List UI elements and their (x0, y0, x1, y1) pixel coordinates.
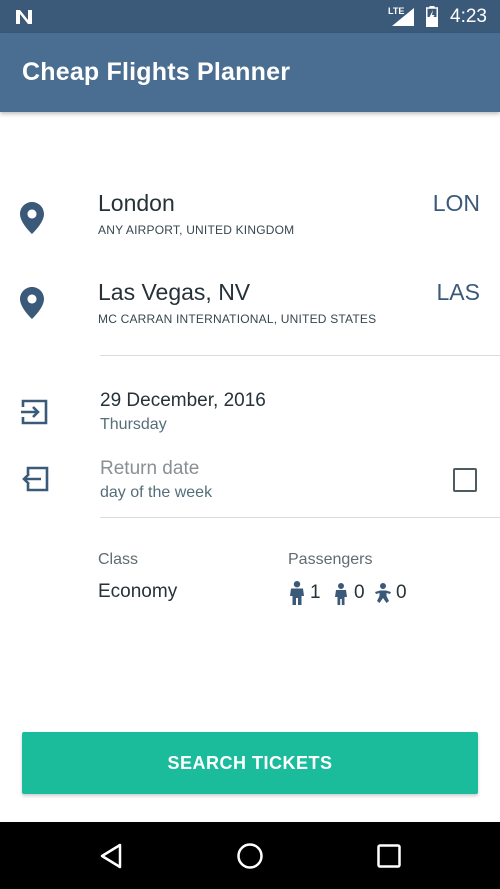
child-passengers[interactable]: 0 (332, 580, 365, 606)
adult-passengers[interactable]: 1 (288, 580, 321, 606)
passengers-label: Passengers (288, 551, 373, 568)
return-date-placeholder: Return date (100, 458, 200, 479)
location-pin-icon (20, 202, 44, 234)
destination-airport: MC CARRAN INTERNATIONAL, UNITED STATES (98, 312, 377, 326)
home-icon[interactable] (235, 841, 265, 871)
class-label: Class (98, 551, 139, 568)
destination-code: LAS (436, 279, 480, 305)
signal-icon (392, 8, 414, 26)
origin-city: London (98, 190, 175, 216)
adult-count: 1 (310, 582, 321, 603)
recents-icon[interactable] (374, 841, 404, 871)
return-checkbox[interactable] (453, 468, 477, 492)
origin-field[interactable]: London ANY AIRPORT, UNITED KINGDOM LON (0, 188, 500, 248)
infant-passengers[interactable]: 0 (374, 580, 407, 606)
departure-date-field[interactable]: 29 December, 2016 Thursday (0, 388, 500, 444)
departure-weekday: Thursday (100, 416, 167, 433)
divider (100, 355, 500, 356)
notification-n-icon (16, 10, 32, 24)
location-pin-icon (20, 287, 44, 319)
return-icon (22, 466, 49, 492)
battery-icon (426, 6, 438, 27)
search-tickets-button[interactable]: SEARCH TICKETS (22, 732, 478, 794)
clock: 4:23 (450, 6, 487, 27)
origin-airport: ANY AIRPORT, UNITED KINGDOM (98, 223, 295, 237)
navigation-bar (0, 822, 500, 889)
destination-field[interactable]: Las Vegas, NV MC CARRAN INTERNATIONAL, U… (0, 277, 500, 337)
infant-count: 0 (396, 582, 407, 603)
class-value[interactable]: Economy (98, 581, 177, 603)
departure-date: 29 December, 2016 (100, 390, 266, 411)
child-count: 0 (354, 582, 365, 603)
adult-icon (290, 581, 304, 605)
divider (100, 517, 500, 518)
origin-code: LON (432, 190, 480, 216)
return-date-field[interactable]: Return date day of the week (0, 455, 500, 511)
return-weekday-placeholder: day of the week (100, 484, 213, 501)
app-title: Cheap Flights Planner (22, 58, 291, 86)
infant-icon (375, 583, 391, 603)
back-icon[interactable] (96, 841, 126, 871)
status-bar: LTE 4:23 (0, 0, 500, 33)
app-bar: Cheap Flights Planner (0, 33, 500, 112)
destination-city: Las Vegas, NV (98, 279, 251, 305)
child-icon (335, 583, 347, 605)
depart-icon (21, 399, 48, 425)
